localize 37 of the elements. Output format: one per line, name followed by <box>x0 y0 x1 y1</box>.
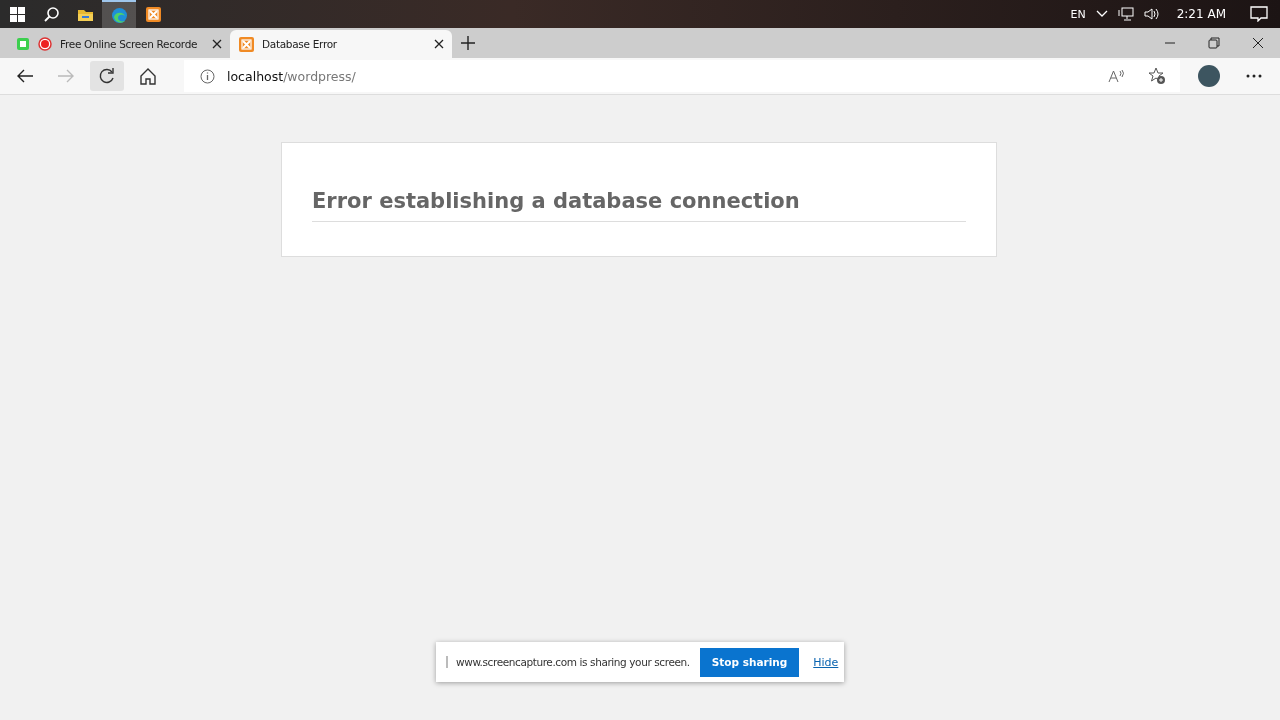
home-icon <box>139 67 157 85</box>
new-tab-icon[interactable] <box>460 35 476 51</box>
more-icon[interactable] <box>1246 74 1262 78</box>
hide-link[interactable]: Hide <box>813 655 839 669</box>
network-icon[interactable] <box>1117 7 1134 21</box>
info-icon[interactable] <box>200 68 215 84</box>
speaker-icon[interactable] <box>1143 7 1161 21</box>
error-heading: Error establishing a database connection <box>312 189 966 222</box>
read-aloud-icon[interactable] <box>1108 69 1124 83</box>
drag-handle[interactable] <box>446 656 448 668</box>
browser-tab[interactable]: Free Online Screen Recorde <box>8 30 230 58</box>
clock[interactable]: 2:21 AM <box>1176 7 1226 21</box>
record-icon <box>38 37 52 51</box>
close-icon[interactable] <box>212 39 222 49</box>
notification-icon[interactable] <box>1250 6 1268 22</box>
xampp-icon <box>238 36 254 52</box>
address-field[interactable]: localhost/wordpress/ <box>184 60 1180 92</box>
back-icon <box>16 67 34 85</box>
chevron-icon[interactable] <box>1095 10 1108 18</box>
restore-icon[interactable] <box>1208 37 1220 49</box>
profile-avatar[interactable] <box>1198 65 1220 87</box>
language-indicator[interactable]: EN <box>1070 7 1086 21</box>
stop-sharing-button[interactable]: Stop sharing <box>699 647 800 677</box>
favorite-star-icon[interactable] <box>1148 67 1166 85</box>
windows-icon <box>8 5 26 23</box>
close-icon[interactable] <box>1252 37 1264 49</box>
url-text: localhost/wordpress/ <box>227 68 356 84</box>
refresh-icon <box>98 67 116 85</box>
forward-icon <box>57 67 75 85</box>
browser-icon <box>110 6 128 24</box>
browser-tab[interactable]: Database Error <box>230 30 452 58</box>
close-icon[interactable] <box>434 39 444 49</box>
xampp-icon <box>144 5 162 23</box>
extension-icon <box>16 37 30 51</box>
sharing-message: www.screencapture.com is sharing your screen. <box>456 656 690 668</box>
search-icon <box>42 5 60 23</box>
refresh-button[interactable] <box>90 61 124 91</box>
